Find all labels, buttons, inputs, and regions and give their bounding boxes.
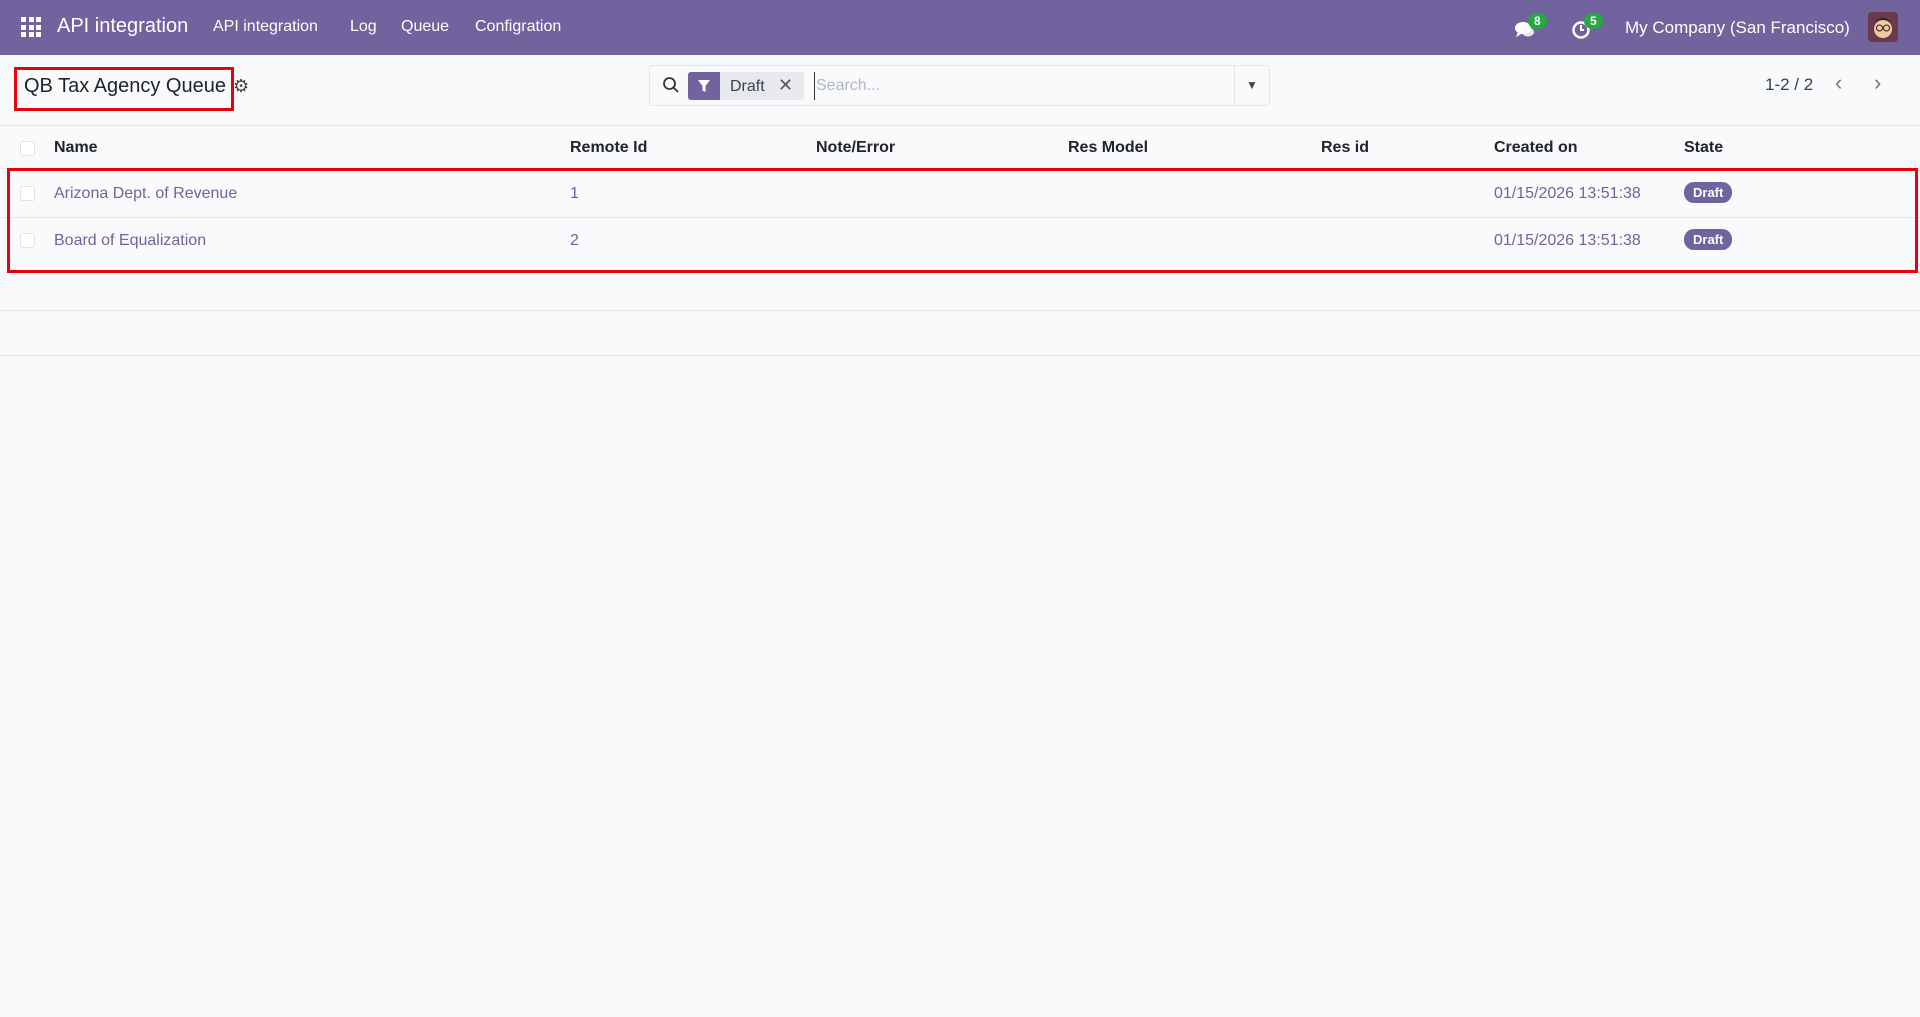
select-all-checkbox[interactable] [20,141,35,156]
menu-configration[interactable]: Configration [475,18,561,36]
page-title: QB Tax Agency Queue [24,75,226,97]
column-header-note-error[interactable]: Note/Error [816,139,895,157]
pager-previous-icon[interactable]: ‹ [1835,70,1842,96]
pager-next-icon[interactable]: › [1874,70,1881,96]
divider [0,310,1920,311]
filter-icon [688,72,720,100]
menu-log[interactable]: Log [350,18,377,36]
column-header-created-on[interactable]: Created on [1494,139,1578,157]
app-title[interactable]: API integration [57,15,188,38]
divider [0,125,1920,126]
column-header-name[interactable]: Name [54,139,98,157]
messages-button[interactable]: 8 [1514,13,1554,41]
caret-down-icon: ▼ [1246,78,1258,92]
menu-queue[interactable]: Queue [401,18,449,36]
filter-facet: Draft ✕ [688,72,804,100]
search-input[interactable] [814,72,1214,100]
divider [0,355,1920,356]
rows-highlight [7,168,1918,273]
company-switcher[interactable]: My Company (San Francisco) [1625,18,1850,38]
messages-count-badge: 8 [1528,13,1547,29]
pager-value[interactable]: 1-2 / 2 [1765,75,1813,95]
menu-api-integration[interactable]: API integration [213,18,318,36]
search-bar: Draft ✕ ▼ [649,65,1270,106]
gear-icon[interactable]: ⚙ [233,76,249,97]
apps-menu-icon[interactable] [21,17,41,37]
activities-count-badge: 5 [1584,13,1603,29]
column-header-state[interactable]: State [1684,139,1723,157]
top-navbar: API integration API integration Log Queu… [0,0,1920,55]
facet-label: Draft [730,78,765,95]
activities-button[interactable]: 5 [1570,13,1610,41]
column-header-remote-id[interactable]: Remote Id [570,139,647,157]
search-options-toggle[interactable]: ▼ [1234,66,1269,105]
search-icon[interactable] [662,76,680,94]
column-header-res-id[interactable]: Res id [1321,139,1369,157]
remove-facet-icon[interactable]: ✕ [778,75,793,96]
user-avatar[interactable] [1868,12,1898,42]
column-header-res-model[interactable]: Res Model [1068,139,1148,157]
